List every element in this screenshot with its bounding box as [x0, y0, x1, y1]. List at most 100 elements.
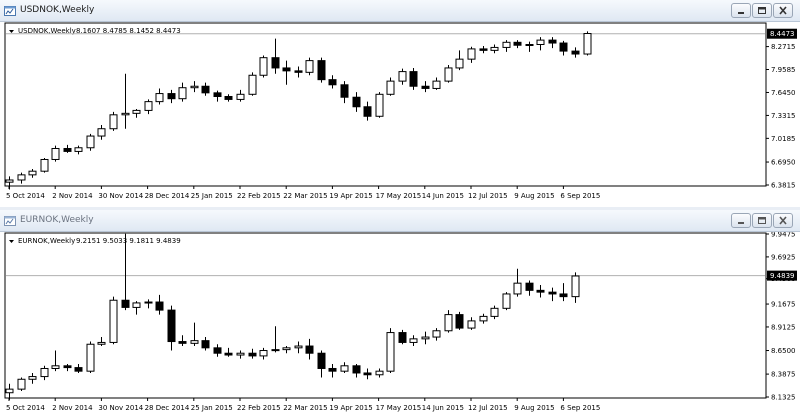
bear-candle-body: [282, 67, 291, 72]
date-label: 5 Oct 2014: [6, 192, 45, 200]
close-button[interactable]: [773, 3, 793, 18]
price-label: 8.3875: [771, 371, 796, 379]
minimize-button[interactable]: [731, 213, 751, 228]
price-label: 8.2715: [771, 43, 796, 51]
date-label: 28 Dec 2014: [145, 192, 190, 200]
bull-candle-body: [5, 179, 14, 183]
restore-button[interactable]: [752, 3, 772, 18]
bear-candle-body: [224, 95, 233, 100]
date-label: 2 Nov 2014: [52, 404, 93, 412]
bear-candle-body: [352, 365, 361, 374]
bull-candle-body: [51, 147, 60, 160]
bull-candle-body: [144, 301, 153, 304]
price-label: 7.3315: [771, 112, 796, 120]
date-label: 22 Mar 2015: [283, 192, 327, 200]
date-label: 9 Aug 2015: [514, 192, 554, 200]
minimize-button[interactable]: [731, 3, 751, 18]
date-label: 12 Jul 2015: [468, 404, 508, 412]
eurnok-chart-window[interactable]: EURNOK,Weekly EURNOK,Weekly 9.2151 9.503…: [0, 210, 800, 419]
bull-candle-body: [121, 112, 130, 116]
bull-candle-body: [386, 80, 395, 95]
bear-candle-body: [455, 314, 464, 329]
bull-candle-body: [294, 345, 303, 349]
bull-candle-body: [271, 349, 280, 352]
date-label: 14 Jun 2015: [422, 192, 464, 200]
date-label: 14 Jun 2015: [422, 404, 464, 412]
bear-candle-body: [559, 42, 568, 52]
date-label: 25 Jan 2015: [191, 404, 233, 412]
bull-candle-body: [455, 58, 464, 69]
bear-candle-body: [548, 291, 557, 295]
eurnok-title-bar[interactable]: EURNOK,Weekly: [0, 210, 800, 232]
usdnok-title-bar[interactable]: USDNOK,Weekly: [0, 0, 800, 22]
bull-candle-body: [132, 302, 141, 308]
bull-candle-body: [571, 275, 580, 298]
bear-candle-body: [559, 293, 568, 298]
date-label: 17 May 2015: [376, 404, 422, 412]
bull-candle-body: [583, 33, 592, 55]
bear-candle-body: [294, 70, 303, 73]
bull-candle-body: [155, 93, 164, 103]
bull-candle-body: [5, 388, 14, 394]
bear-candle-body: [328, 367, 337, 372]
bear-candle-body: [248, 352, 257, 357]
eurnok-candlestick-chart[interactable]: EURNOK,Weekly 9.2151 9.5033 9.1811 9.483…: [0, 232, 800, 419]
bull-candle-body: [432, 80, 441, 89]
bear-candle-body: [121, 299, 130, 308]
bear-candle-body: [63, 147, 72, 152]
bear-candle-body: [363, 106, 372, 117]
bull-candle-body: [74, 147, 83, 152]
time-axis: 5 Oct 2014 2 Nov 2014 30 Nov 2014 28 Dec 20…: [6, 398, 600, 412]
bull-candle-body: [132, 109, 141, 114]
price-label: 9.6925: [771, 253, 796, 261]
bull-candle-body: [444, 67, 453, 82]
bear-candle-body: [317, 60, 326, 81]
current-price-label: 9.4839: [770, 272, 795, 280]
bear-candle-body: [409, 71, 418, 87]
price-label: 8.9125: [771, 323, 796, 331]
bear-candle-body: [155, 301, 164, 311]
bull-candle-body: [432, 330, 441, 338]
bear-candle-body: [479, 48, 488, 51]
restore-icon: [758, 217, 766, 224]
date-label: 22 Feb 2015: [237, 192, 281, 200]
bear-candle-body: [305, 345, 314, 354]
date-label: 28 Dec 2014: [145, 404, 190, 412]
bull-candle-body: [375, 93, 384, 117]
bull-candle-body: [178, 87, 187, 100]
bull-candle-body: [282, 347, 291, 351]
bull-candle-body: [479, 315, 488, 322]
price-axis: 8.2715 7.9585 7.6450 7.3315 7.0185 6.6950 6.38…: [766, 28, 797, 190]
chart-window-icon: [4, 216, 16, 226]
bull-candle-body: [259, 350, 268, 357]
usdnok-candlestick-chart[interactable]: USDNOK,Weekly 8.1607 8.4785 8.1452 8.447…: [0, 22, 800, 207]
bull-candle-body: [17, 174, 26, 181]
date-label: 30 Nov 2014: [98, 192, 143, 200]
usdnok-chart-window[interactable]: USDNOK,Weekly USDNOK,Weekly 8.1607 8.478…: [0, 0, 800, 207]
date-label: 6 Sep 2015: [560, 192, 600, 200]
bear-candle-body: [352, 96, 361, 108]
bull-candle-body: [305, 60, 314, 73]
price-label: 6.6950: [771, 159, 796, 167]
bull-candle-body: [409, 338, 418, 343]
price-axis: 9.94759.69259.45009.16758.91258.65008.38…: [766, 232, 797, 402]
bull-candle-body: [236, 352, 245, 356]
bull-candle-body: [421, 336, 430, 340]
price-label: 7.6450: [771, 89, 796, 97]
bull-candle-body: [28, 376, 37, 380]
chart-window-icon: [4, 6, 16, 16]
bull-candle-body: [86, 343, 95, 372]
ohlc-values: 9.2151 9.5033 9.1811 9.4839: [76, 237, 181, 245]
current-price-label: 8.4473: [770, 30, 795, 38]
symbol-label: EURNOK,Weekly: [18, 237, 75, 245]
bull-candle-body: [40, 367, 49, 378]
bull-candle-body: [490, 46, 499, 51]
bull-candle-body: [109, 114, 118, 130]
bull-candle-body: [375, 370, 384, 376]
bull-candle-body: [259, 57, 268, 76]
bear-candle-body: [513, 41, 522, 46]
bear-candle-body: [398, 332, 407, 343]
bear-candle-body: [571, 50, 580, 55]
restore-button[interactable]: [752, 213, 772, 228]
close-button[interactable]: [773, 213, 793, 228]
